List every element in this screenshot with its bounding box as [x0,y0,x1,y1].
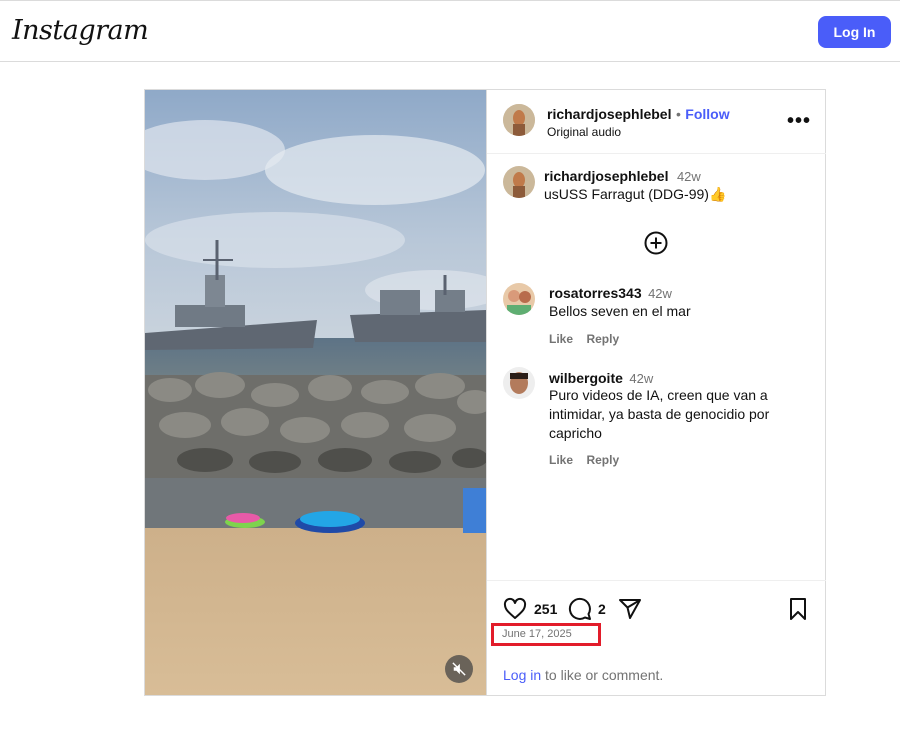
audio-label[interactable]: Original audio [547,125,621,139]
post-video[interactable] [145,90,486,695]
post-header: richardjosephlebel • Follow Original aud… [487,90,826,154]
author-avatar[interactable] [503,104,535,136]
comment-text: Bellos seven en el mar [549,303,691,319]
login-prompt: Log in to like or comment. [503,667,663,683]
heart-icon[interactable] [503,597,527,621]
author-username[interactable]: richardjosephlebel [547,106,671,122]
comment-time[interactable]: 42w [629,371,653,386]
separator-dot: • [675,106,681,122]
comment-username[interactable]: rosatorres343 [549,285,642,301]
login-button[interactable]: Log In [818,16,891,48]
caption-username[interactable]: richardjosephlebel [544,168,668,184]
comment-header: rosatorres343 42w [549,285,672,303]
comment-count[interactable]: 2 [598,601,606,617]
comment-time[interactable]: 42w [648,286,672,301]
caption-header: richardjosephlebel 42w [544,168,701,186]
instagram-logo[interactable]: Instagram [12,15,149,46]
caption-text-line: usUSS Farragut (DDG-99)👍 [544,185,726,204]
reply-button[interactable]: Reply [586,332,619,346]
mute-button[interactable] [445,655,473,683]
add-comment-icon[interactable] [644,231,668,255]
comment-icon[interactable] [568,597,592,621]
top-nav-bar: Instagram Log In [0,0,900,62]
caption-time[interactable]: 42w [677,169,701,184]
bookmark-icon[interactable] [786,597,810,621]
caption-avatar[interactable] [503,166,535,198]
caption-text: usUSS Farragut (DDG-99) [544,186,709,202]
comment-text: Puro videos de IA, creen que van a intim… [549,387,770,441]
more-options-icon[interactable]: ••• [787,110,811,133]
comment-username[interactable]: wilbergoite [549,370,623,386]
like-comment-button[interactable]: Like [549,332,573,346]
mute-icon [452,662,466,676]
like-comment-button[interactable]: Like [549,453,573,467]
comment-actions: Like Reply [549,451,619,469]
author-line: richardjosephlebel • Follow [547,106,730,124]
login-prompt-text: to like or comment. [541,667,664,683]
comment-actions: Like Reply [549,330,619,348]
post-card: richardjosephlebel • Follow Original aud… [144,89,826,696]
login-link[interactable]: Log in [503,667,541,683]
follow-button[interactable]: Follow [685,106,729,122]
post-image [145,90,486,695]
commenter-avatar[interactable] [503,283,535,315]
post-date[interactable]: June 17, 2025 [502,628,572,640]
post-details-panel: richardjosephlebel • Follow Original aud… [486,90,826,695]
reply-button[interactable]: Reply [586,453,619,467]
like-count[interactable]: 251 [534,601,557,617]
share-icon[interactable] [618,597,642,621]
thumbs-up-emoji: 👍 [708,186,727,202]
commenter-avatar[interactable] [503,367,535,399]
